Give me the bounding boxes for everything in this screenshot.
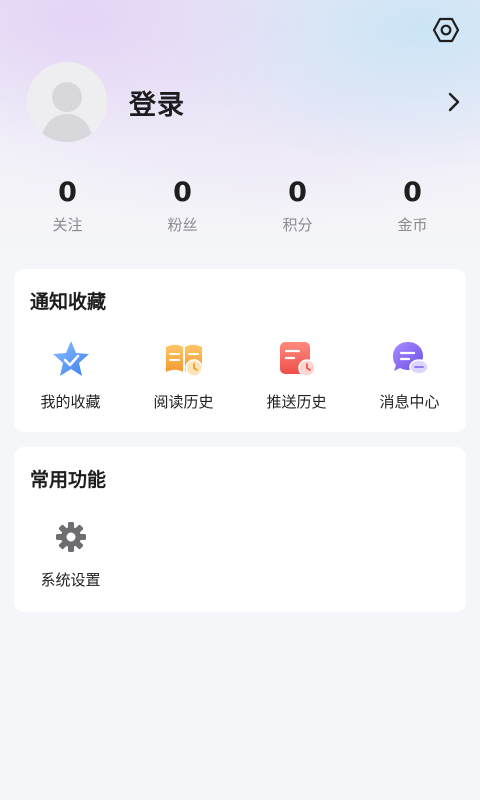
- book-clock-icon: [164, 339, 204, 379]
- stat-label: 粉丝: [167, 216, 198, 234]
- stat-value: 0: [58, 177, 77, 208]
- stat-follow[interactable]: 0 关注: [10, 176, 125, 240]
- section-title: 通知收藏: [30, 291, 107, 313]
- cell-label: 系统设置: [40, 571, 101, 589]
- stat-value: 0: [288, 177, 307, 208]
- stat-value: 0: [403, 177, 422, 208]
- stat-points[interactable]: 0 积分: [240, 176, 355, 240]
- stat-coins[interactable]: 0 金币: [355, 176, 470, 240]
- header-background: [0, 0, 480, 300]
- avatar[interactable]: [27, 62, 107, 142]
- system-settings-button[interactable]: 系统设置: [14, 517, 127, 590]
- common-grid: 系统设置: [14, 517, 466, 590]
- login-label[interactable]: 登录: [129, 83, 185, 122]
- stat-label: 积分: [282, 216, 313, 234]
- cell-label: 消息中心: [379, 393, 440, 411]
- settings-button[interactable]: [430, 14, 462, 46]
- common-functions-card: 常用功能 系统设置: [14, 447, 466, 612]
- stat-fans[interactable]: 0 粉丝: [125, 176, 240, 240]
- calendar-clock-icon: [277, 339, 317, 379]
- my-favorites-button[interactable]: 我的收藏: [14, 339, 127, 412]
- reading-history-button[interactable]: 阅读历史: [127, 339, 240, 412]
- stats-row: 0 关注 0 粉丝 0 积分 0 金币: [10, 176, 470, 240]
- cell-label: 阅读历史: [153, 393, 214, 411]
- notify-grid: 我的收藏 阅读历史 推送历史 消息中心: [14, 339, 466, 412]
- stat-label: 关注: [52, 216, 83, 234]
- cell-label: 我的收藏: [40, 393, 101, 411]
- notify-favorites-card: 通知收藏 我的收藏 阅读历史 推送历史 消息中心: [14, 269, 466, 432]
- hexagon-settings-icon: [432, 17, 460, 43]
- section-title: 常用功能: [30, 469, 107, 491]
- default-avatar-icon: [27, 62, 107, 142]
- profile-row[interactable]: 登录: [27, 62, 467, 142]
- push-history-button[interactable]: 推送历史: [240, 339, 353, 412]
- chevron-right-icon[interactable]: [442, 88, 466, 116]
- message-center-button[interactable]: 消息中心: [353, 339, 466, 412]
- stat-value: 0: [173, 177, 192, 208]
- gear-icon: [51, 517, 91, 557]
- chat-bubble-icon: [390, 339, 430, 379]
- cell-label: 推送历史: [266, 393, 327, 411]
- stat-label: 金币: [397, 216, 428, 234]
- star-icon: [51, 339, 91, 379]
